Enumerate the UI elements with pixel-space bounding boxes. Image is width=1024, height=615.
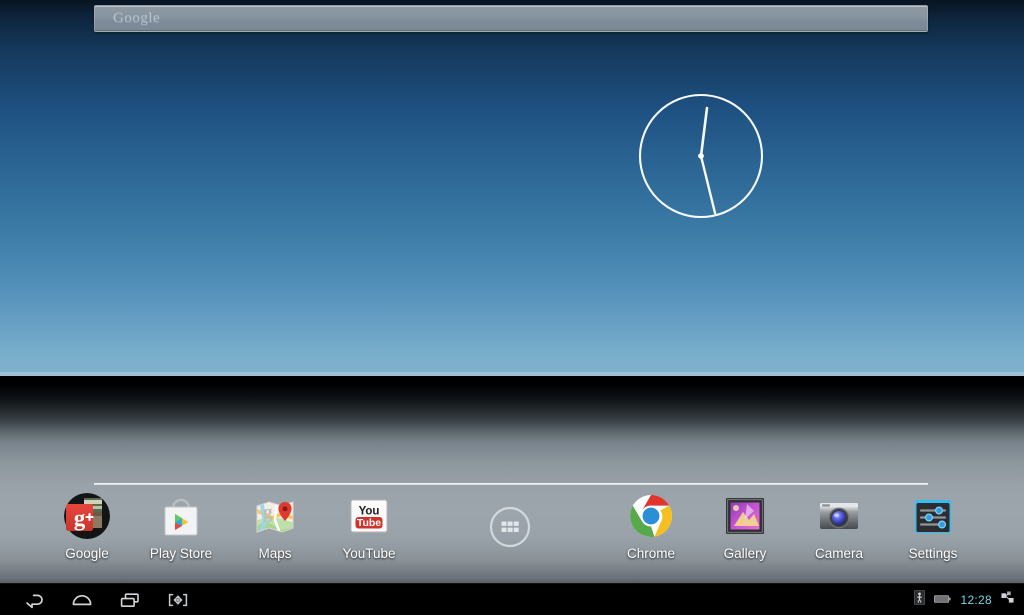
dock-item-google[interactable]: g Google xyxy=(40,492,134,561)
dock-item-youtube[interactable]: You Tube YouTube xyxy=(322,492,416,561)
app-drawer-button[interactable] xyxy=(450,492,570,548)
dock-label-camera: Camera xyxy=(814,546,863,561)
svg-text:g: g xyxy=(74,506,86,531)
analog-clock-widget[interactable] xyxy=(638,89,766,223)
wallpaper-horizon xyxy=(0,376,1024,442)
maps-icon: g xyxy=(251,492,299,540)
settings-icon xyxy=(909,492,957,540)
dock-item-play-store[interactable]: Play Store xyxy=(134,492,228,561)
google-search-bar[interactable]: Google xyxy=(94,5,928,32)
back-icon[interactable] xyxy=(22,589,46,611)
dock-label-gallery: Gallery xyxy=(723,546,767,561)
system-navigation-bar: 12:28 xyxy=(0,583,1024,615)
dock-label-play-store: Play Store xyxy=(149,546,213,561)
youtube-icon: You Tube xyxy=(345,492,393,540)
wallpaper-sky xyxy=(0,0,1024,376)
android-home-screen: Google g Google Play Store g Maps You Tu… xyxy=(0,0,1024,615)
gallery-icon xyxy=(721,492,769,540)
home-icon[interactable] xyxy=(70,589,94,611)
svg-text:g: g xyxy=(263,502,273,523)
clock-hour-hand xyxy=(699,106,709,158)
svg-text:Tube: Tube xyxy=(357,517,381,529)
screenshot-icon[interactable] xyxy=(166,589,190,611)
play-store-icon xyxy=(157,492,205,540)
camera-icon xyxy=(815,492,863,540)
dock-item-chrome[interactable]: Chrome xyxy=(604,492,698,561)
google-plus-icon: g xyxy=(63,492,111,540)
status-clock[interactable]: 12:28 xyxy=(960,594,992,606)
nav-buttons xyxy=(0,589,190,611)
dock-label-youtube: YouTube xyxy=(342,546,396,561)
dock-item-gallery[interactable]: Gallery xyxy=(698,492,792,561)
system-status-tray: 12:28 xyxy=(914,589,1024,610)
dock-item-maps[interactable]: g Maps xyxy=(228,492,322,561)
clock-minute-hand xyxy=(699,154,717,215)
network-icon[interactable] xyxy=(1001,590,1014,609)
recents-icon[interactable] xyxy=(118,589,142,611)
dock-item-camera[interactable]: Camera xyxy=(792,492,886,561)
favorites-dock: g Google Play Store g Maps You Tube YouT… xyxy=(0,492,1024,580)
apps-grid-icon xyxy=(489,506,531,548)
dock-label-settings: Settings xyxy=(908,546,958,561)
dock-label-google: Google xyxy=(65,546,109,561)
dock-label-maps: Maps xyxy=(258,546,292,561)
dock-divider xyxy=(94,483,928,485)
dock-item-settings[interactable]: Settings xyxy=(886,492,980,561)
dock-label-chrome: Chrome xyxy=(626,546,675,561)
chrome-icon xyxy=(627,492,675,540)
svg-text:You: You xyxy=(359,506,380,518)
battery-icon[interactable] xyxy=(934,591,952,609)
google-logo: Google xyxy=(113,10,161,26)
usb-icon[interactable] xyxy=(914,589,926,610)
